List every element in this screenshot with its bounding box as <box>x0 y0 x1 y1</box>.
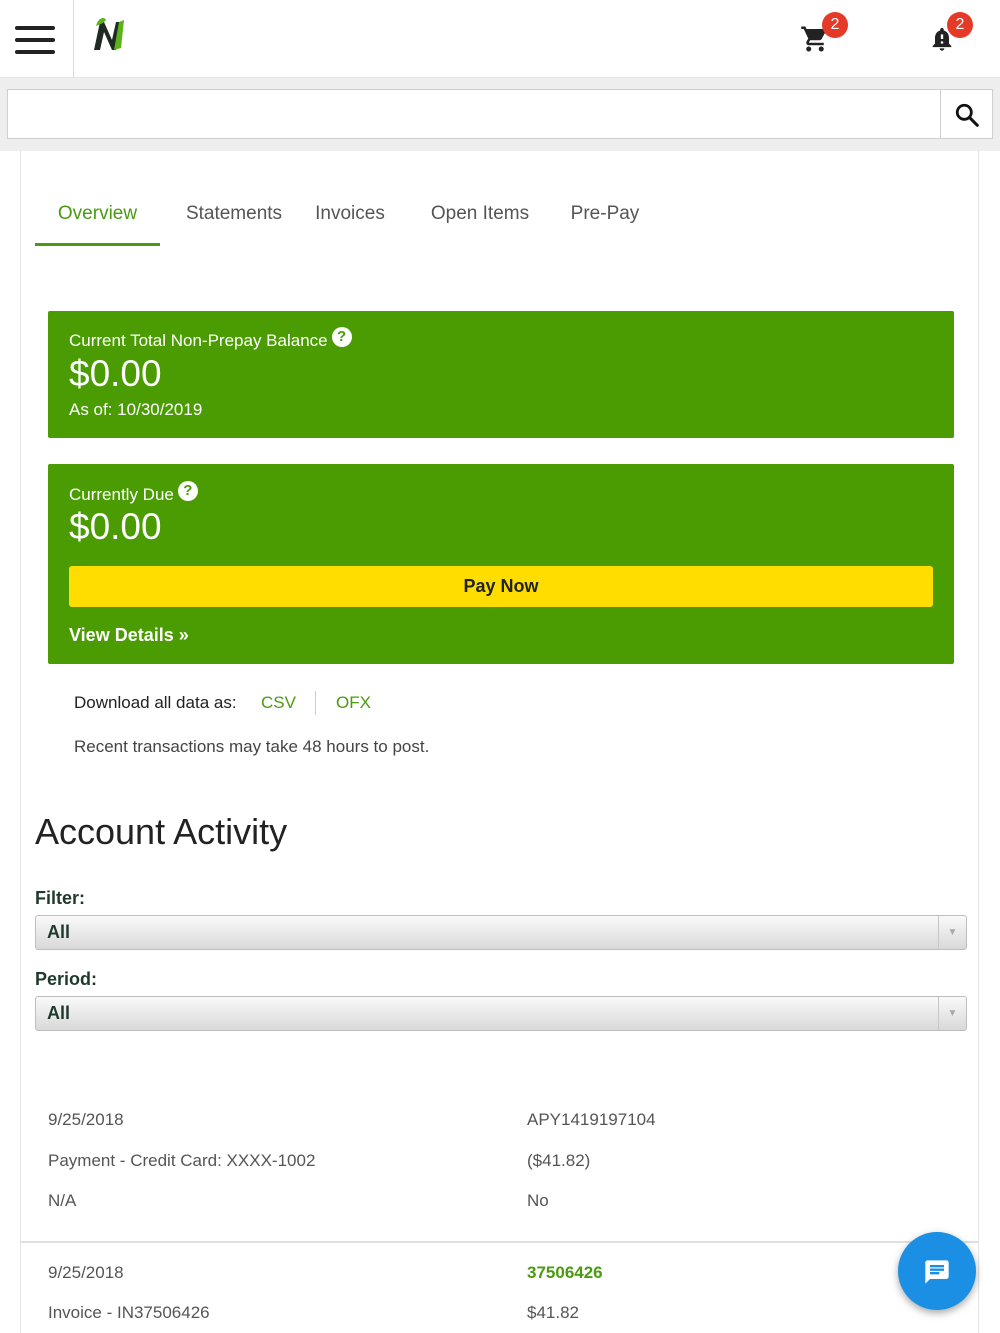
transaction-row: 9/25/2018 APY1419197104 Payment - Credit… <box>21 1096 978 1243</box>
balance-as-of: As of: 10/30/2019 <box>69 400 203 419</box>
cart-count-badge: 2 <box>822 12 848 38</box>
due-amount: $0.00 <box>69 506 162 547</box>
download-label: Download all data as: <box>74 693 237 712</box>
balance-label-row: Current Total Non-Prepay Balance? <box>69 327 352 351</box>
menu-line <box>15 38 55 42</box>
transaction-description: Payment - Credit Card: XXXX-1002 <box>48 1151 316 1170</box>
account-activity-title: Account Activity <box>35 811 288 852</box>
transaction-amount: $41.82 <box>527 1303 579 1322</box>
period-select[interactable]: All ▼ <box>35 996 967 1031</box>
menu-line <box>15 26 55 30</box>
chevron-down-icon: ▼ <box>938 997 966 1030</box>
chevron-down-icon: ▼ <box>938 916 966 949</box>
filter-select[interactable]: All ▼ <box>35 915 967 950</box>
tab-overview[interactable]: Overview <box>35 191 160 246</box>
tab-statements[interactable]: Statements <box>174 191 294 246</box>
transaction-amount: ($41.82) <box>527 1151 591 1170</box>
due-label-row: Currently Due? <box>69 481 198 505</box>
transaction-field: N/A <box>48 1191 77 1210</box>
cart-button[interactable]: 2 <box>790 12 850 62</box>
invoice-number-link[interactable]: 37506426 <box>527 1263 603 1283</box>
search-icon <box>955 103 979 127</box>
posting-notice: Recent transactions may take 48 hours to… <box>74 737 430 756</box>
balance-amount: $0.00 <box>69 353 162 394</box>
filter-selected-value: All <box>47 922 71 942</box>
notification-count-badge: 2 <box>947 12 973 38</box>
notifications-button[interactable]: 2 <box>915 12 975 62</box>
divider <box>315 691 316 715</box>
tab-invoices[interactable]: Invoices <box>310 191 390 246</box>
download-csv-link[interactable]: CSV <box>261 693 296 713</box>
account-overview-panel: Overview Statements Invoices Open Items … <box>20 151 979 1333</box>
tab-open-items[interactable]: Open Items <box>425 191 535 246</box>
account-tabs: Overview Statements Invoices Open Items … <box>35 191 735 246</box>
help-icon[interactable]: ? <box>331 327 352 347</box>
menu-line <box>15 50 55 54</box>
chat-message-icon <box>925 1260 949 1284</box>
period-label: Period: <box>35 969 98 989</box>
transaction-description: Invoice - IN37506426 <box>48 1303 210 1322</box>
view-details-link[interactable]: View Details » <box>69 625 189 646</box>
download-ofx-link[interactable]: OFX <box>336 693 371 713</box>
search-bar <box>0 78 1000 151</box>
help-icon[interactable]: ? <box>177 481 198 501</box>
balance-card: Current Total Non-Prepay Balance? $0.00 … <box>48 311 954 438</box>
brand-logo-icon[interactable] <box>88 14 130 56</box>
period-selected-value: All <box>47 1003 71 1023</box>
due-label: Currently Due <box>69 485 174 504</box>
search-button[interactable] <box>940 89 993 139</box>
currently-due-card: Currently Due? $0.00 Pay Now View Detail… <box>48 464 954 664</box>
search-input[interactable] <box>7 89 941 139</box>
transaction-reference: APY1419197104 <box>527 1110 656 1129</box>
chat-button[interactable] <box>898 1232 976 1310</box>
transaction-field: No <box>527 1191 549 1210</box>
pay-now-button[interactable]: Pay Now <box>69 566 933 607</box>
tab-pre-pay[interactable]: Pre-Pay <box>570 191 640 246</box>
top-header: 2 2 <box>0 0 1000 78</box>
filter-label: Filter: <box>35 888 86 908</box>
transaction-date: 9/25/2018 <box>48 1263 124 1282</box>
transaction-row: 9/25/2018 37506426 Invoice - IN37506426 … <box>21 1243 978 1333</box>
balance-label: Current Total Non-Prepay Balance <box>69 331 328 350</box>
hamburger-menu-button[interactable] <box>0 0 74 78</box>
transaction-date: 9/25/2018 <box>48 1110 124 1129</box>
